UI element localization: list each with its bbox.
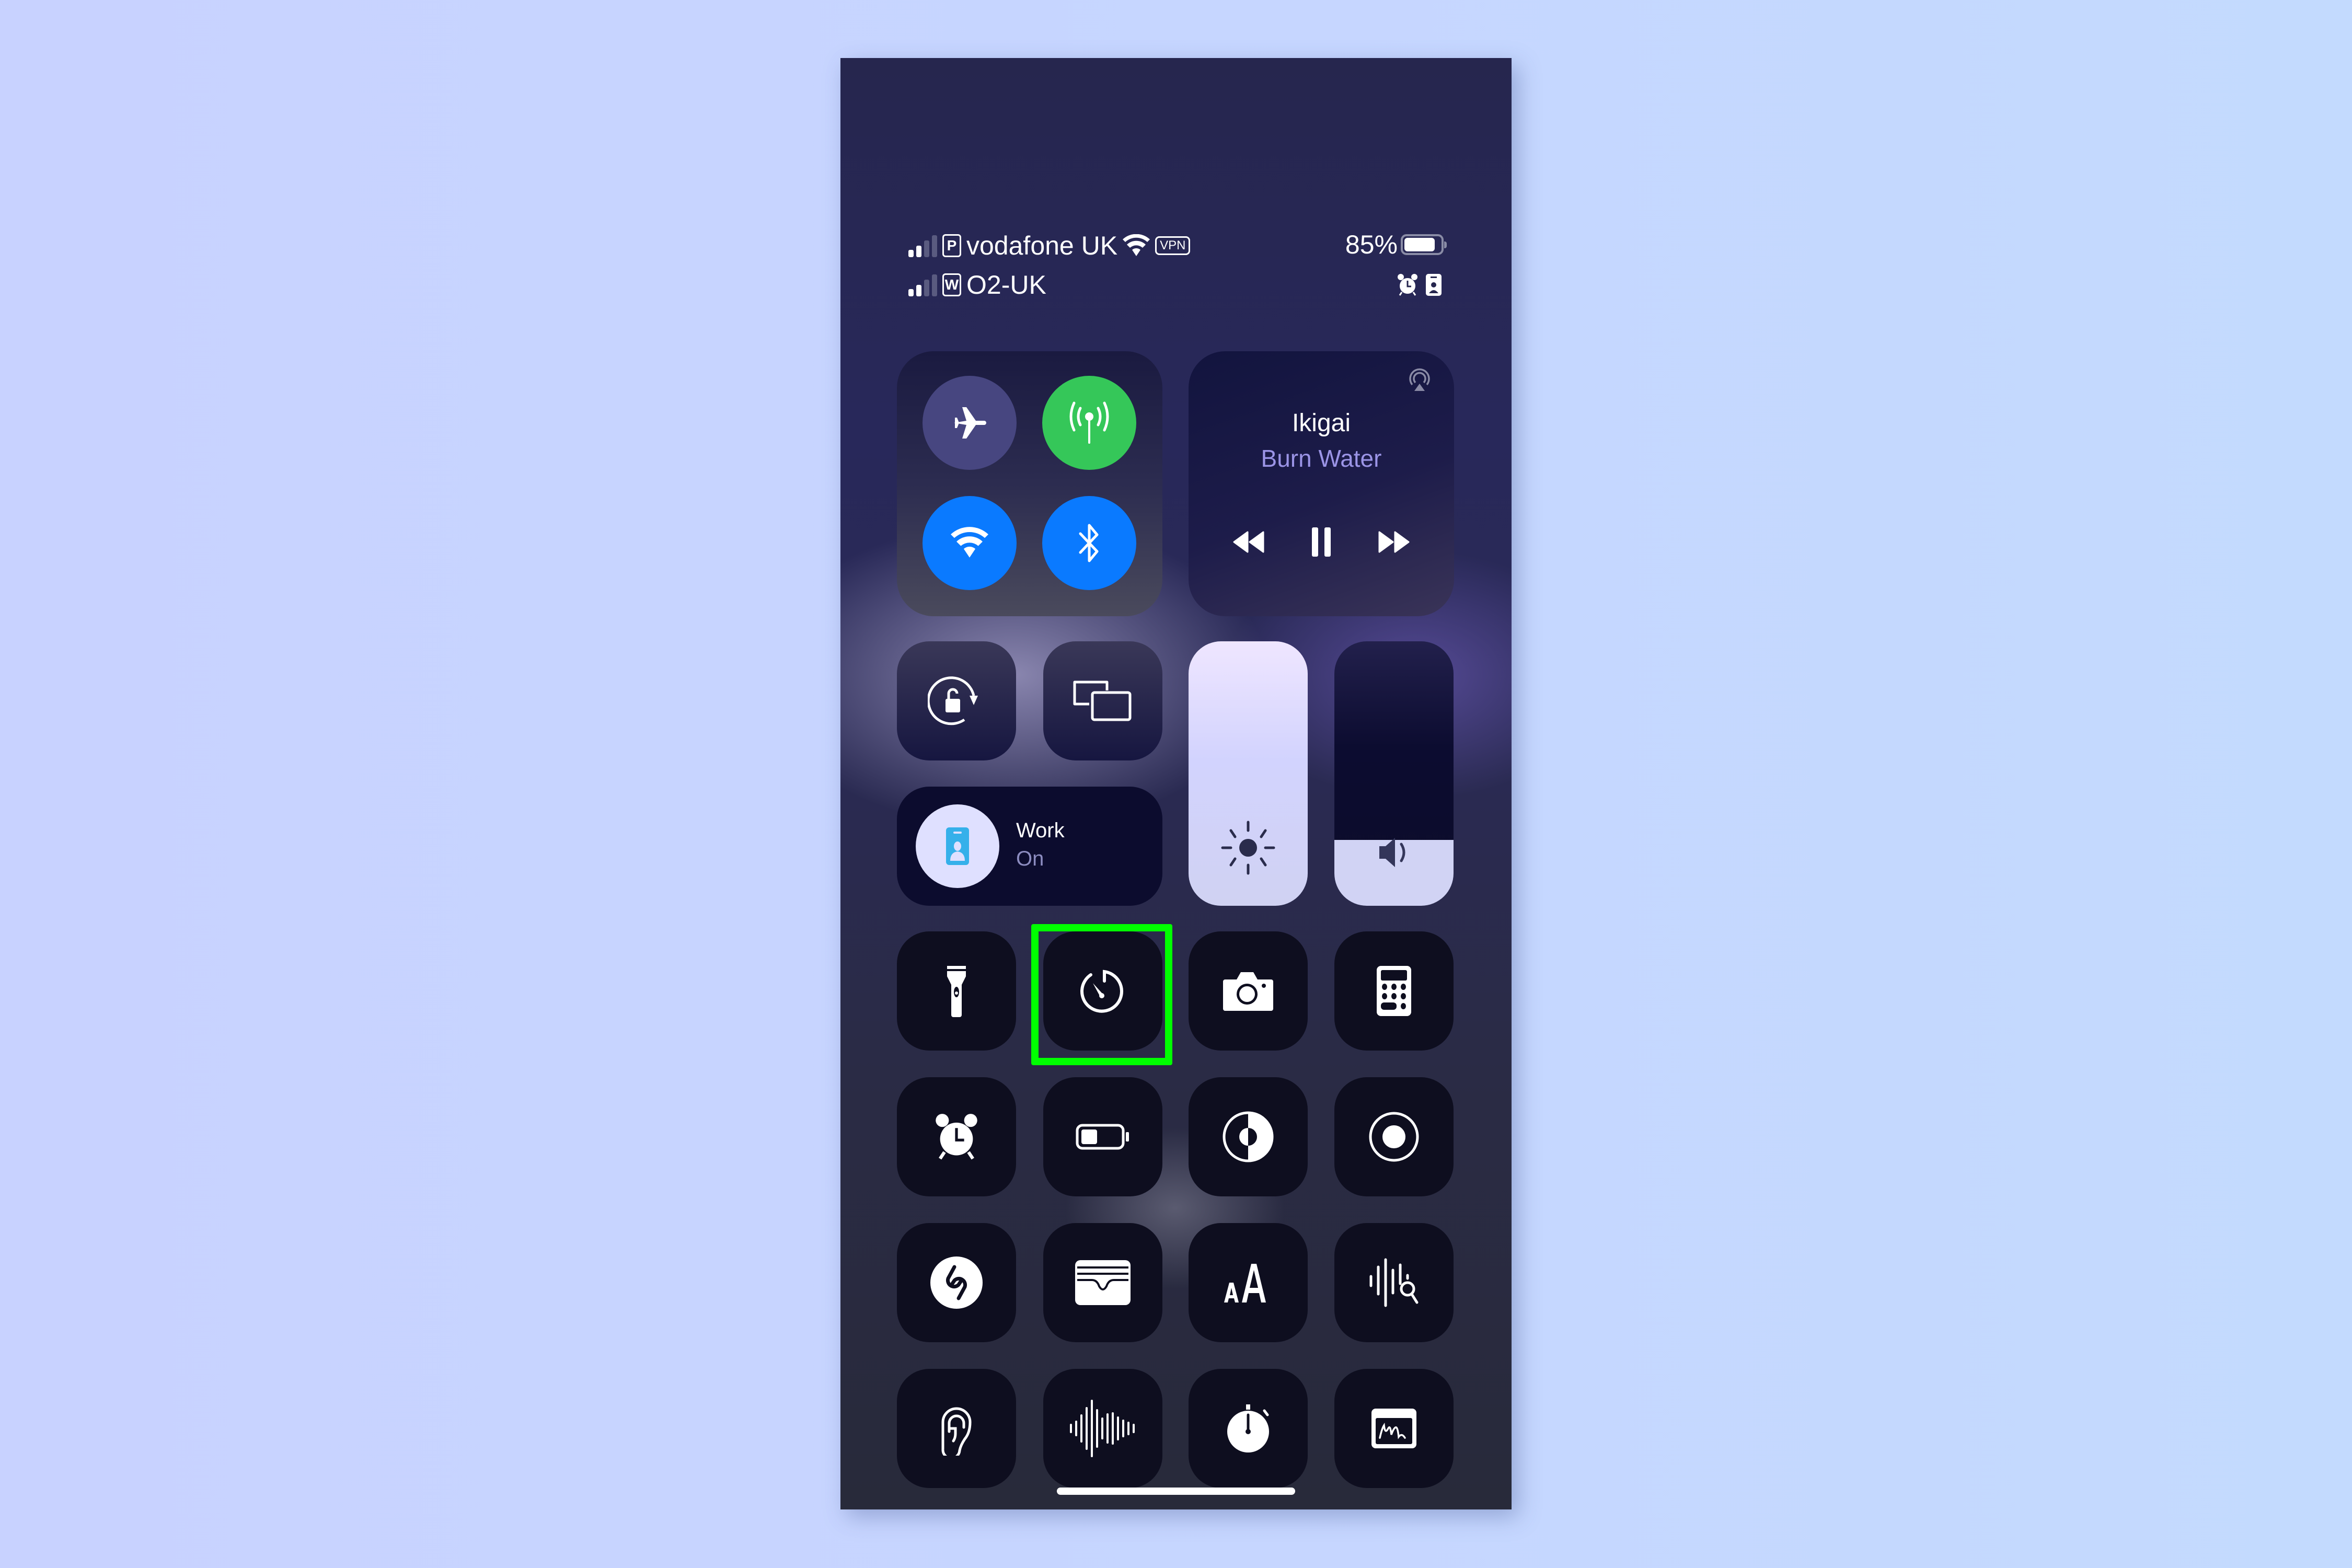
text-size-button[interactable] bbox=[1189, 1223, 1308, 1342]
sim-badge-primary: P bbox=[942, 234, 961, 257]
battery-percentage: 85% bbox=[1345, 230, 1398, 259]
camera-icon bbox=[1222, 970, 1274, 1012]
sound-recognition-button[interactable] bbox=[1334, 1223, 1454, 1342]
text-size-icon bbox=[1222, 1262, 1274, 1304]
focus-state: On bbox=[1016, 847, 1044, 870]
low-battery-icon bbox=[1076, 1124, 1130, 1150]
camera-button[interactable] bbox=[1189, 931, 1308, 1051]
music-recognition-button[interactable] bbox=[897, 1223, 1016, 1342]
battery-status: 85% bbox=[1345, 229, 1447, 260]
orientation-lock-button[interactable] bbox=[897, 641, 1016, 760]
signal-strength-icon bbox=[908, 273, 937, 296]
wifi-icon bbox=[951, 527, 988, 559]
stopwatch-button[interactable] bbox=[1189, 1369, 1308, 1488]
carrier-name-secondary: O2-UK bbox=[966, 270, 1046, 299]
flashlight-button[interactable] bbox=[897, 931, 1016, 1051]
dark-mode-icon bbox=[1222, 1111, 1274, 1163]
voice-memos-button[interactable] bbox=[1043, 1369, 1162, 1488]
sim-badge-secondary: W bbox=[942, 273, 961, 296]
cellular-data-toggle[interactable] bbox=[1042, 376, 1136, 470]
wallet-icon bbox=[1074, 1259, 1132, 1306]
rewind-button[interactable] bbox=[1232, 530, 1265, 554]
waveform-icon bbox=[1069, 1400, 1137, 1457]
screen-recording-icon bbox=[1368, 1111, 1420, 1163]
vpn-badge: VPN bbox=[1155, 236, 1191, 255]
sound-recognition-icon bbox=[1368, 1258, 1420, 1308]
quick-note-icon bbox=[1370, 1408, 1417, 1449]
battery-fill bbox=[1404, 238, 1435, 251]
bluetooth-icon bbox=[1076, 522, 1102, 564]
calculator-icon bbox=[1376, 965, 1412, 1017]
ear-icon bbox=[936, 1401, 977, 1456]
brightness-slider[interactable] bbox=[1189, 641, 1308, 906]
pause-button[interactable] bbox=[1310, 526, 1333, 558]
home-indicator[interactable] bbox=[1057, 1488, 1295, 1495]
track-title: Ikigai bbox=[1292, 409, 1351, 437]
status-bar: P vodafone UK VPN W O2-UK 85% bbox=[840, 58, 1512, 319]
alarm-icon bbox=[933, 1113, 980, 1161]
connectivity-module bbox=[897, 351, 1162, 616]
bluetooth-toggle[interactable] bbox=[1042, 496, 1136, 590]
calculator-button[interactable] bbox=[1334, 931, 1454, 1051]
carrier-name-primary: vodafone UK bbox=[966, 231, 1118, 260]
track-artist: Burn Water bbox=[1261, 445, 1382, 472]
control-center: P vodafone UK VPN W O2-UK 85% Ikigai Bur… bbox=[840, 58, 1512, 1509]
focus-work-icon bbox=[1425, 273, 1442, 296]
volume-slider[interactable] bbox=[1334, 641, 1454, 906]
battery-icon bbox=[1401, 234, 1447, 255]
wifi-toggle[interactable] bbox=[923, 496, 1017, 590]
speaker-icon bbox=[1376, 836, 1413, 869]
fast-forward-button[interactable] bbox=[1377, 530, 1411, 554]
screen-mirroring-icon bbox=[1071, 680, 1134, 722]
highlight-annotation bbox=[1031, 924, 1172, 1065]
wifi-icon bbox=[1123, 234, 1150, 257]
airplane-icon bbox=[951, 404, 988, 442]
alarm-icon bbox=[1397, 273, 1418, 296]
shazam-icon bbox=[929, 1255, 984, 1310]
screen-mirroring-button[interactable] bbox=[1043, 641, 1162, 760]
brightness-sun-icon bbox=[1219, 819, 1277, 877]
orientation-lock-icon bbox=[928, 675, 985, 727]
wallet-button[interactable] bbox=[1043, 1223, 1162, 1342]
airplay-icon[interactable] bbox=[1407, 367, 1432, 392]
dark-mode-button[interactable] bbox=[1189, 1077, 1308, 1196]
focus-mode-button[interactable]: Work On bbox=[897, 787, 1162, 906]
focus-icon-circle bbox=[916, 804, 999, 888]
now-playing-module[interactable]: Ikigai Burn Water bbox=[1189, 351, 1454, 616]
playback-controls bbox=[1189, 526, 1454, 558]
low-power-mode-button[interactable] bbox=[1043, 1077, 1162, 1196]
airplane-mode-toggle[interactable] bbox=[923, 376, 1017, 470]
alarm-button[interactable] bbox=[897, 1077, 1016, 1196]
cellular-antenna-icon bbox=[1066, 401, 1113, 445]
stopwatch-icon bbox=[1225, 1403, 1272, 1454]
flashlight-icon bbox=[946, 965, 967, 1017]
focus-name: Work bbox=[1016, 819, 1065, 842]
carrier-row-2: W O2-UK bbox=[908, 270, 1046, 300]
work-badge-icon bbox=[945, 826, 970, 866]
carrier-row-1: P vodafone UK VPN bbox=[908, 230, 1191, 261]
hearing-button[interactable] bbox=[897, 1369, 1016, 1488]
screen-recording-button[interactable] bbox=[1334, 1077, 1454, 1196]
quick-note-button[interactable] bbox=[1334, 1369, 1454, 1488]
signal-strength-icon bbox=[908, 234, 937, 257]
status-icons bbox=[1397, 273, 1442, 296]
